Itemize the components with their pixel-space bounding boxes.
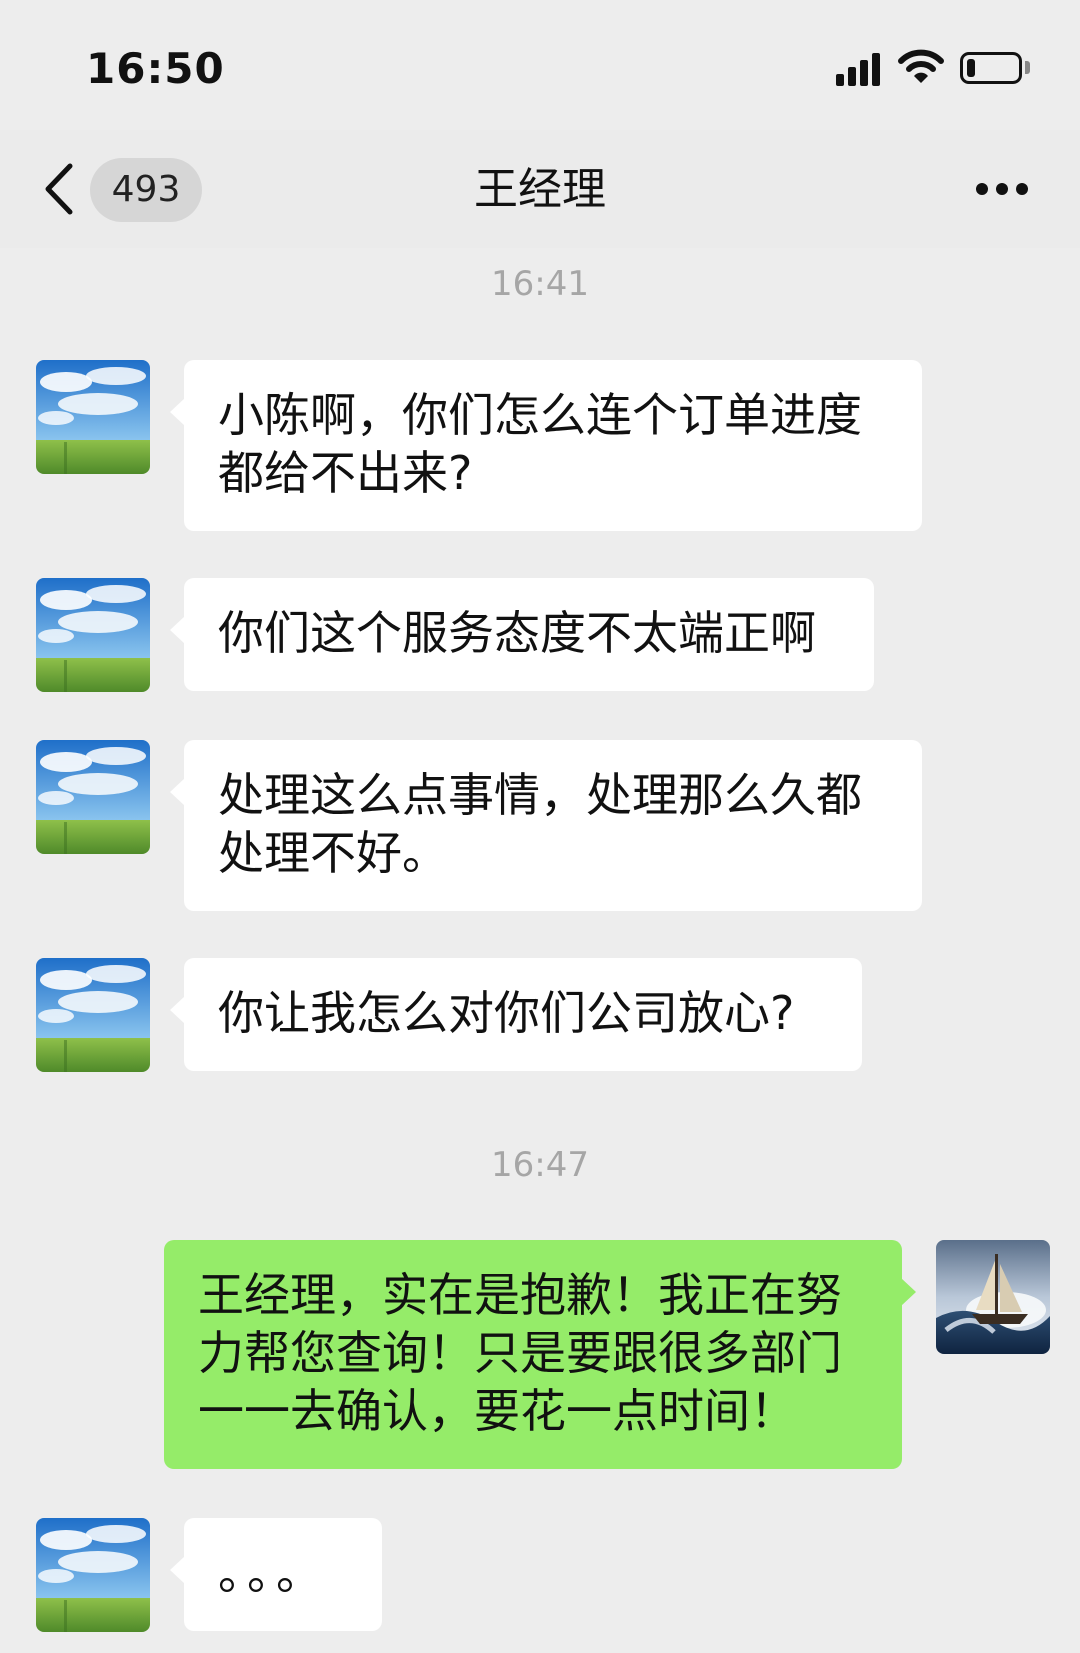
timestamp: 16:47 (491, 1145, 589, 1185)
status-time: 16:50 (86, 44, 225, 93)
contact-avatar[interactable] (36, 1518, 150, 1632)
battery-icon (960, 52, 1022, 84)
status-bar: 16:50 (0, 0, 1080, 130)
battery-level (967, 59, 975, 77)
chat-title: 王经理 (474, 164, 606, 215)
contact-avatar[interactable] (36, 958, 150, 1072)
message-bubble-incoming[interactable]: 小陈啊，你们怎么连个订单进度都给不出来? (170, 360, 922, 531)
message-bubble-incoming[interactable]: 。。。 (170, 1518, 382, 1631)
self-avatar[interactable] (936, 1240, 1050, 1354)
contact-avatar[interactable] (36, 740, 150, 854)
more-dots-icon[interactable] (976, 183, 1032, 197)
chevron-left-icon[interactable] (40, 160, 80, 218)
message-bubble-incoming[interactable]: 处理这么点事情，处理那么久都处理不好。 (170, 740, 922, 911)
unread-count-badge[interactable]: 493 (90, 158, 202, 222)
timestamp: 16:41 (491, 264, 589, 304)
battery-cap (1025, 61, 1030, 74)
contact-avatar[interactable] (36, 578, 150, 692)
wifi-icon (898, 49, 944, 83)
message-bubble-outgoing[interactable]: 王经理，实在是抱歉！我正在努力帮您查询！只是要跟很多部门一一去确认，要花一点时间… (164, 1240, 916, 1469)
message-bubble-incoming[interactable]: 你让我怎么对你们公司放心? (170, 958, 862, 1071)
nav-bar: 493 王经理 (0, 130, 1080, 248)
contact-avatar[interactable] (36, 360, 150, 474)
chat-screen: 16:50 493 王经理 16:41 小陈啊，你们怎么连个订单进度都给不出来?… (0, 0, 1080, 1653)
signal-icon (836, 52, 882, 86)
message-bubble-incoming[interactable]: 你们这个服务态度不太端正啊 (170, 578, 874, 691)
